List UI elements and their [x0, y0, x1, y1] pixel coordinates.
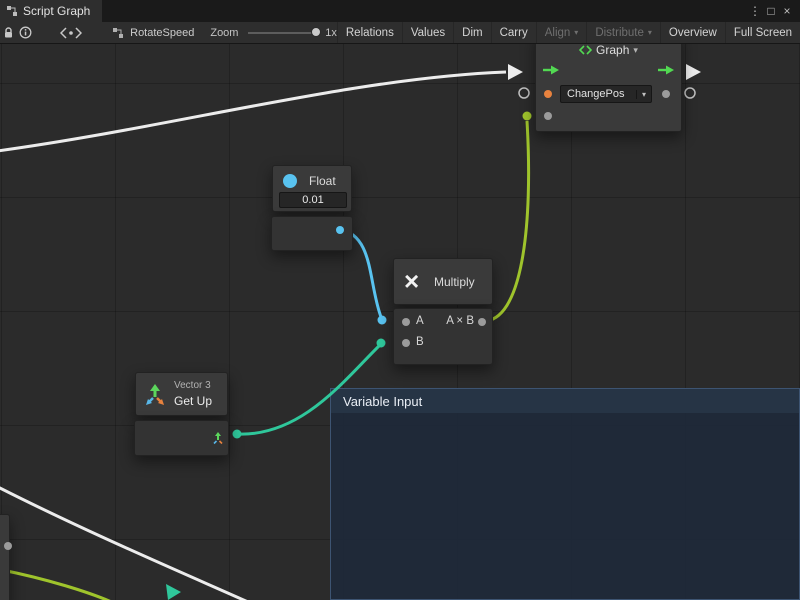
lock-icon[interactable]: [0, 22, 17, 43]
current-graph-name[interactable]: RotateSpeed: [112, 27, 194, 39]
graph-canvas[interactable]: Variable Input: [0, 44, 800, 600]
relations-button[interactable]: Relations: [337, 22, 402, 43]
overview-button[interactable]: Overview: [660, 22, 725, 43]
chevron-down-icon: ▾: [636, 90, 651, 99]
info-glyph: [19, 26, 32, 39]
more-icon[interactable]: ⋮: [747, 0, 763, 22]
float-wire-endpoint: [378, 316, 387, 325]
vector-arrowhead-bottom: [166, 584, 181, 600]
multiply-node-title: Multiply: [434, 275, 475, 289]
value-wire-endpoint: [523, 112, 532, 121]
flow-output-port[interactable]: [657, 64, 675, 76]
node-float[interactable]: Float 0.01: [272, 165, 352, 212]
node-vector3-getup[interactable]: Vector 3 Get Up: [135, 372, 228, 416]
changepos-dropdown[interactable]: ChangePos ▾: [560, 85, 652, 103]
node-float-ports[interactable]: [271, 216, 353, 251]
multiply-input-b-label: B: [416, 336, 424, 348]
float-output-port[interactable]: [336, 226, 344, 234]
flow-arrowhead-in: [508, 64, 523, 80]
zoom-slider[interactable]: [248, 22, 321, 43]
dim-button[interactable]: Dim: [453, 22, 490, 43]
empty-port-left[interactable]: [519, 88, 529, 98]
chevron-down-icon: ▾: [574, 28, 578, 37]
values-button[interactable]: Values: [402, 22, 453, 43]
node-multiply-ports[interactable]: A A × B B: [393, 308, 493, 365]
zoom-value: 1x: [325, 27, 337, 39]
node-partial-left[interactable]: [0, 514, 10, 600]
graph-unit-title: Graph: [596, 44, 629, 57]
graph-name-label: RotateSpeed: [130, 27, 194, 39]
vector3-icon: [144, 384, 166, 406]
multiply-input-a-port[interactable]: [402, 318, 410, 326]
vector3-node-title: Get Up: [174, 394, 212, 408]
value-output-port[interactable]: [662, 90, 670, 98]
partial-node-port[interactable]: [4, 542, 12, 550]
vector-wire-start: [233, 430, 242, 439]
float-value-field[interactable]: 0.01: [279, 192, 347, 208]
vector3-output-port-icon[interactable]: [211, 431, 225, 445]
multiply-input-a-label: A: [416, 315, 424, 327]
float-type-icon: [283, 174, 297, 188]
inspect-connections-icon[interactable]: [59, 22, 82, 43]
zoom-slider-knob[interactable]: [311, 27, 321, 37]
tab-script-graph[interactable]: Script Graph: [0, 0, 102, 22]
multiply-output-label: A × B: [446, 315, 474, 327]
graph-unit-header[interactable]: Graph ▾: [536, 44, 681, 58]
node-multiply[interactable]: × Multiply: [393, 258, 493, 305]
zoom-slider-track: [248, 32, 317, 34]
script-graph-icon: [6, 5, 18, 17]
distribute-button[interactable]: Distribute ▾: [586, 22, 660, 43]
multiply-output-port[interactable]: [478, 318, 486, 326]
close-icon[interactable]: ×: [779, 0, 795, 22]
graph-asset-icon: [112, 27, 124, 39]
lock-glyph: [2, 26, 15, 39]
flow-arrowhead-out: [686, 64, 701, 80]
flow-wire-bottom[interactable]: [0, 484, 266, 600]
value-wire-bottom[interactable]: [0, 568, 124, 600]
carry-button[interactable]: Carry: [491, 22, 536, 43]
secondary-input-port[interactable]: [544, 112, 552, 120]
zoom-label: Zoom: [210, 27, 238, 39]
window-controls: ⋮ □ ×: [747, 0, 800, 22]
changepos-dropdown-value: ChangePos: [561, 88, 636, 100]
multiply-icon: ×: [404, 267, 419, 293]
info-icon[interactable]: [17, 22, 34, 43]
chevron-down-icon: ▾: [648, 28, 652, 37]
flow-wire-in[interactable]: [0, 72, 506, 152]
align-button[interactable]: Align ▾: [536, 22, 587, 43]
maximize-icon[interactable]: □: [763, 0, 779, 22]
unity-editor-window: Script Graph ⋮ □ ×: [0, 0, 800, 600]
value-input-port[interactable]: [544, 90, 552, 98]
empty-port-right[interactable]: [685, 88, 695, 98]
flow-input-port[interactable]: [542, 64, 560, 76]
tab-title: Script Graph: [23, 4, 90, 18]
graph-code-icon: [579, 45, 592, 55]
toolbar-buttons: Relations Values Dim Carry Align ▾ Distr…: [337, 22, 800, 43]
tab-bar: Script Graph ⋮ □ ×: [0, 0, 800, 22]
float-node-title: Float: [309, 174, 336, 188]
node-vector3-ports[interactable]: [134, 420, 229, 456]
graph-toolbar: RotateSpeed Zoom 1x Relations Values Dim…: [0, 22, 800, 44]
vector-wire[interactable]: [237, 345, 380, 434]
vector3-type-label: Vector 3: [174, 380, 211, 391]
vector-wire-endpoint: [377, 339, 386, 348]
angle-dot-glyph: [60, 27, 82, 39]
multiply-input-b-port[interactable]: [402, 339, 410, 347]
chevron-down-icon: ▾: [633, 45, 638, 56]
node-graph-unit[interactable]: Graph ▾ ChangePos ▾: [535, 44, 682, 132]
full-screen-button[interactable]: Full Screen: [725, 22, 800, 43]
